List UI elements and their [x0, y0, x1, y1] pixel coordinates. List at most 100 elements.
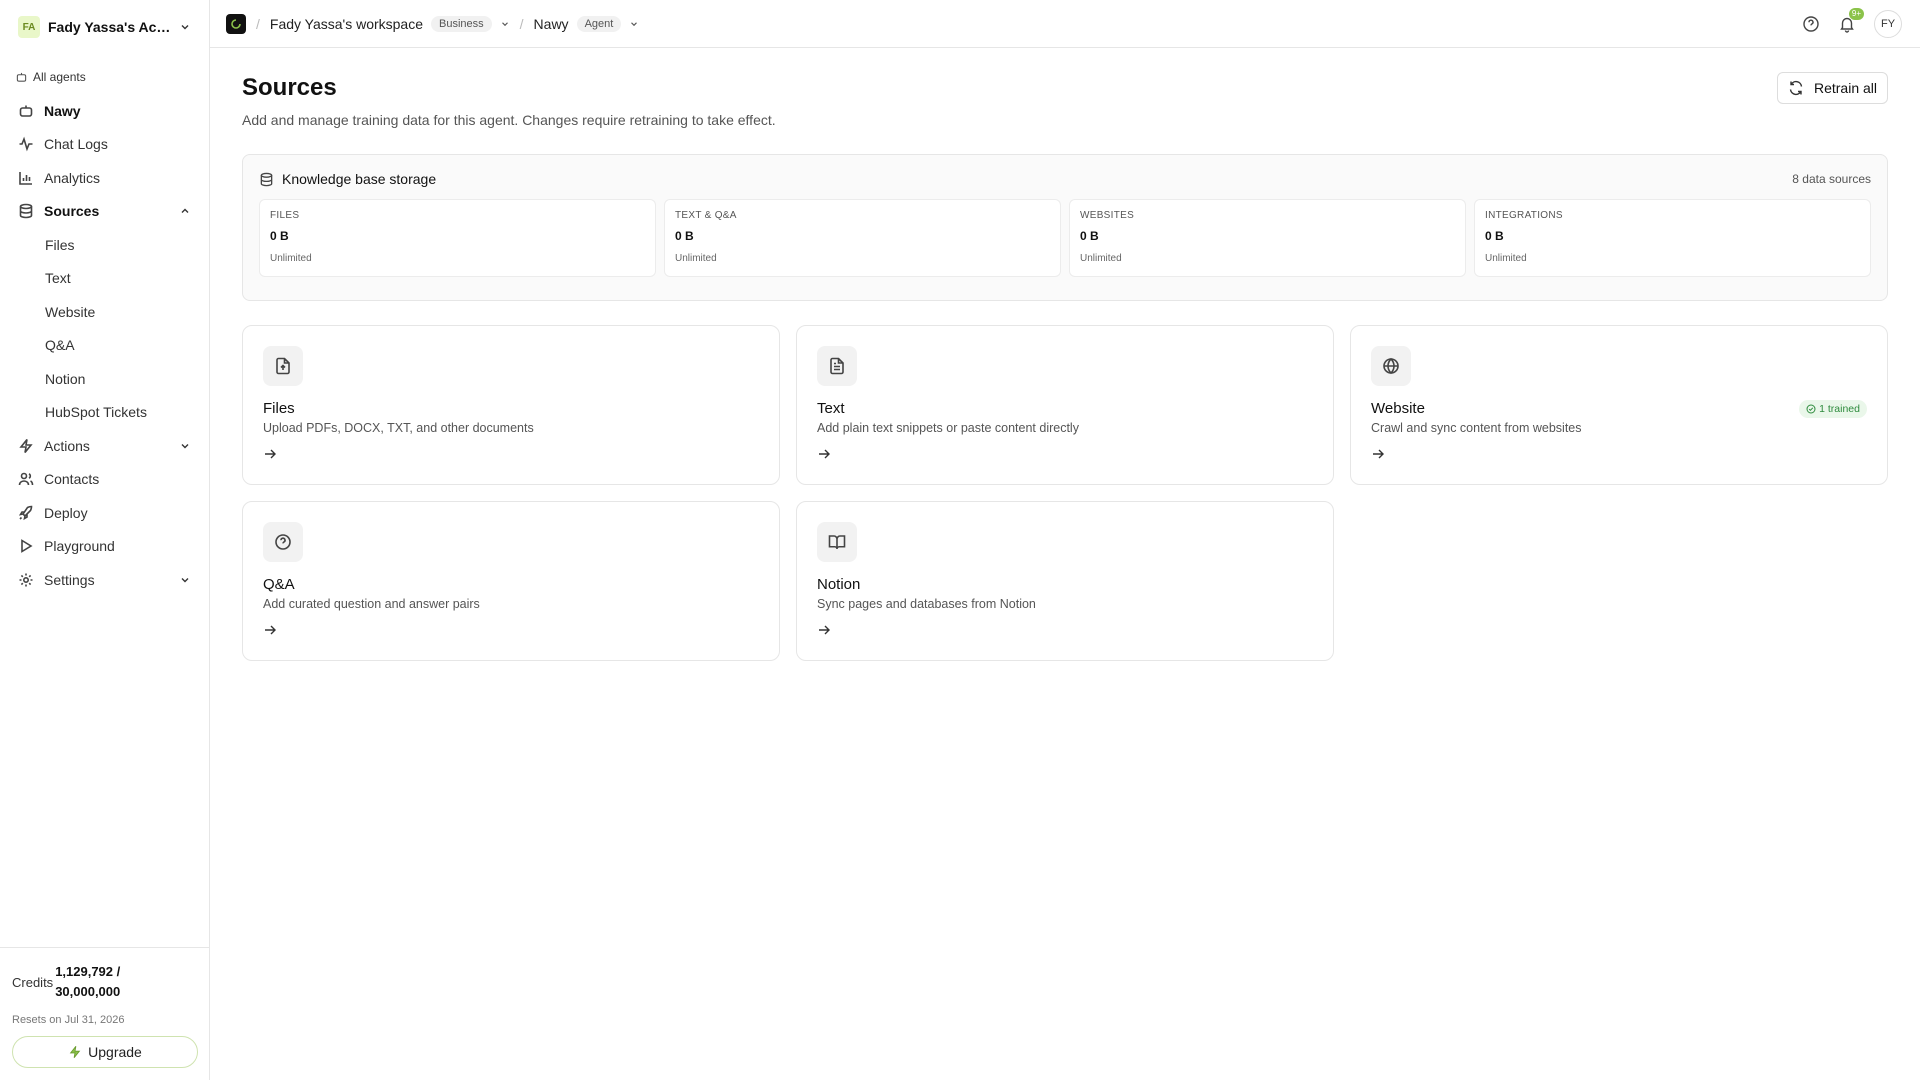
storage-stat-websites: WEBSITES 0 B Unlimited [1069, 199, 1466, 277]
upgrade-button[interactable]: Upgrade [12, 1036, 198, 1068]
main-content: Sources Add and manage training data for… [242, 48, 1888, 661]
sidebar-item-label: Contacts [44, 471, 100, 488]
sidebar-subitem-notion[interactable]: Notion [0, 362, 209, 396]
sidebar-item-label: Analytics [44, 169, 101, 186]
credits-panel: Credits 1,129,792 / 30,000,000 Resets on… [0, 947, 210, 1080]
activity-icon [19, 136, 33, 152]
stat-label: WEBSITES [1080, 210, 1135, 221]
database-icon [260, 172, 273, 186]
sidebar-item-playground[interactable]: Playground [0, 530, 209, 564]
rocket-icon [18, 505, 33, 520]
users-icon [18, 472, 34, 486]
check-circle-icon [1806, 404, 1816, 414]
card-description: Add plain text snippets or paste content… [817, 421, 1079, 435]
app-logo-icon[interactable] [226, 13, 246, 34]
data-sources-count: 8 data sources [1792, 172, 1871, 186]
trained-badge: 1 trained [1799, 400, 1867, 418]
refresh-icon [1789, 80, 1803, 96]
user-avatar[interactable]: FY [1874, 10, 1902, 38]
source-card-notion[interactable]: Notion Sync pages and databases from Not… [796, 501, 1334, 661]
zap-icon [19, 438, 33, 453]
agent-name: Nawy [44, 102, 81, 119]
file-upload-icon [263, 346, 303, 386]
account-avatar: FA [18, 16, 40, 38]
arrow-right-icon [265, 625, 276, 635]
stat-value: 0 B [270, 229, 289, 243]
workspace-name[interactable]: Fady Yassa's workspace [270, 16, 423, 32]
card-description: Crawl and sync content from websites [1371, 421, 1582, 435]
card-title: Website [1371, 400, 1425, 417]
card-title: Files [263, 400, 295, 417]
source-card-text[interactable]: Text Add plain text snippets or paste co… [796, 325, 1334, 485]
all-agents-link[interactable]: All agents [0, 64, 209, 90]
zap-icon [69, 1046, 81, 1058]
sidebar-item-chat-logs[interactable]: Chat Logs [0, 128, 209, 162]
upgrade-label: Upgrade [88, 1044, 142, 1060]
source-card-files[interactable]: Files Upload PDFs, DOCX, TXT, and other … [242, 325, 780, 485]
knowledge-base-storage: Knowledge base storage 8 data sources FI… [242, 154, 1888, 301]
card-title: Q&A [263, 576, 295, 593]
storage-stat-integrations: INTEGRATIONS 0 B Unlimited [1474, 199, 1871, 277]
sidebar-subitem-qa[interactable]: Q&A [0, 329, 209, 363]
page-title: Sources [242, 74, 337, 101]
arrow-right-icon [819, 449, 830, 459]
card-description: Add curated question and answer pairs [263, 597, 480, 611]
chevron-down-icon[interactable] [500, 19, 510, 29]
sidebar-item-label: Deploy [44, 504, 88, 521]
bell-icon[interactable]: 9+ [1838, 8, 1864, 33]
card-description: Upload PDFs, DOCX, TXT, and other docume… [263, 421, 534, 435]
page-subtitle: Add and manage training data for this ag… [242, 112, 776, 128]
top-bar: / Fady Yassa's workspace Business / Nawy… [210, 0, 1920, 48]
credits-label: Credits [12, 974, 54, 990]
sidebar-subitem-hubspot-tickets[interactable]: HubSpot Tickets [0, 396, 209, 430]
bar-chart-icon [19, 171, 32, 185]
source-card-website[interactable]: Website Crawl and sync content from webs… [1350, 325, 1888, 485]
agent-breadcrumb[interactable]: Nawy [534, 16, 569, 32]
workspace-plan-badge: Business [431, 15, 492, 32]
card-title: Notion [817, 576, 861, 593]
breadcrumb-separator: / [519, 15, 524, 32]
stat-value: 0 B [1485, 229, 1504, 243]
stat-value: 0 B [1080, 229, 1099, 243]
source-card-qa[interactable]: Q&A Add curated question and answer pair… [242, 501, 780, 661]
bot-icon [19, 105, 33, 117]
storage-stat-files: FILES 0 B Unlimited [259, 199, 656, 277]
all-agents-label: All agents [33, 70, 86, 84]
sidebar-item-sources[interactable]: Sources [0, 195, 209, 229]
sidebar-item-label: Chat Logs [44, 136, 108, 153]
card-description: Sync pages and databases from Notion [817, 597, 1036, 611]
book-open-icon [817, 522, 857, 562]
sidebar-item-label: Actions [44, 437, 90, 454]
chevron-up-icon [181, 208, 189, 214]
help-icon[interactable] [1802, 15, 1820, 33]
retrain-all-button[interactable]: Retrain all [1776, 72, 1888, 104]
stat-label: INTEGRATIONS [1485, 210, 1563, 221]
sidebar-item-actions[interactable]: Actions [0, 429, 209, 463]
sidebar-item-contacts[interactable]: Contacts [0, 463, 209, 497]
chevron-down-icon[interactable] [629, 19, 639, 29]
agent-type-badge: Agent [576, 15, 622, 32]
database-icon [19, 203, 33, 219]
stat-label: FILES [270, 210, 300, 221]
sidebar-item-label: Settings [44, 571, 95, 588]
sidebar-subitem-website[interactable]: Website [0, 295, 209, 329]
sidebar-item-agent[interactable]: Nawy [0, 94, 209, 128]
sidebar-item-settings[interactable]: Settings [0, 563, 209, 597]
account-name: Fady Yassa's Acc... [48, 19, 173, 35]
chevron-down-icon [181, 25, 189, 30]
stat-limit: Unlimited [1485, 253, 1527, 264]
sidebar-item-label: Sources [44, 203, 100, 220]
storage-stat-text-qa: TEXT & Q&A 0 B Unlimited [664, 199, 1061, 277]
sidebar: FA Fady Yassa's Acc... All agents Nawy C… [0, 0, 210, 1080]
play-icon [21, 539, 33, 554]
sidebar-item-deploy[interactable]: Deploy [0, 496, 209, 530]
stat-value: 0 B [675, 229, 694, 243]
arrow-right-icon [1373, 449, 1384, 459]
source-cards: Files Upload PDFs, DOCX, TXT, and other … [242, 325, 1888, 661]
stat-limit: Unlimited [270, 253, 312, 264]
sidebar-item-analytics[interactable]: Analytics [0, 161, 209, 195]
sidebar-subitem-text[interactable]: Text [0, 262, 209, 296]
sidebar-subitem-files[interactable]: Files [0, 228, 209, 262]
notification-badge: 9+ [1848, 8, 1864, 20]
account-switcher[interactable]: FA Fady Yassa's Acc... [0, 0, 209, 54]
